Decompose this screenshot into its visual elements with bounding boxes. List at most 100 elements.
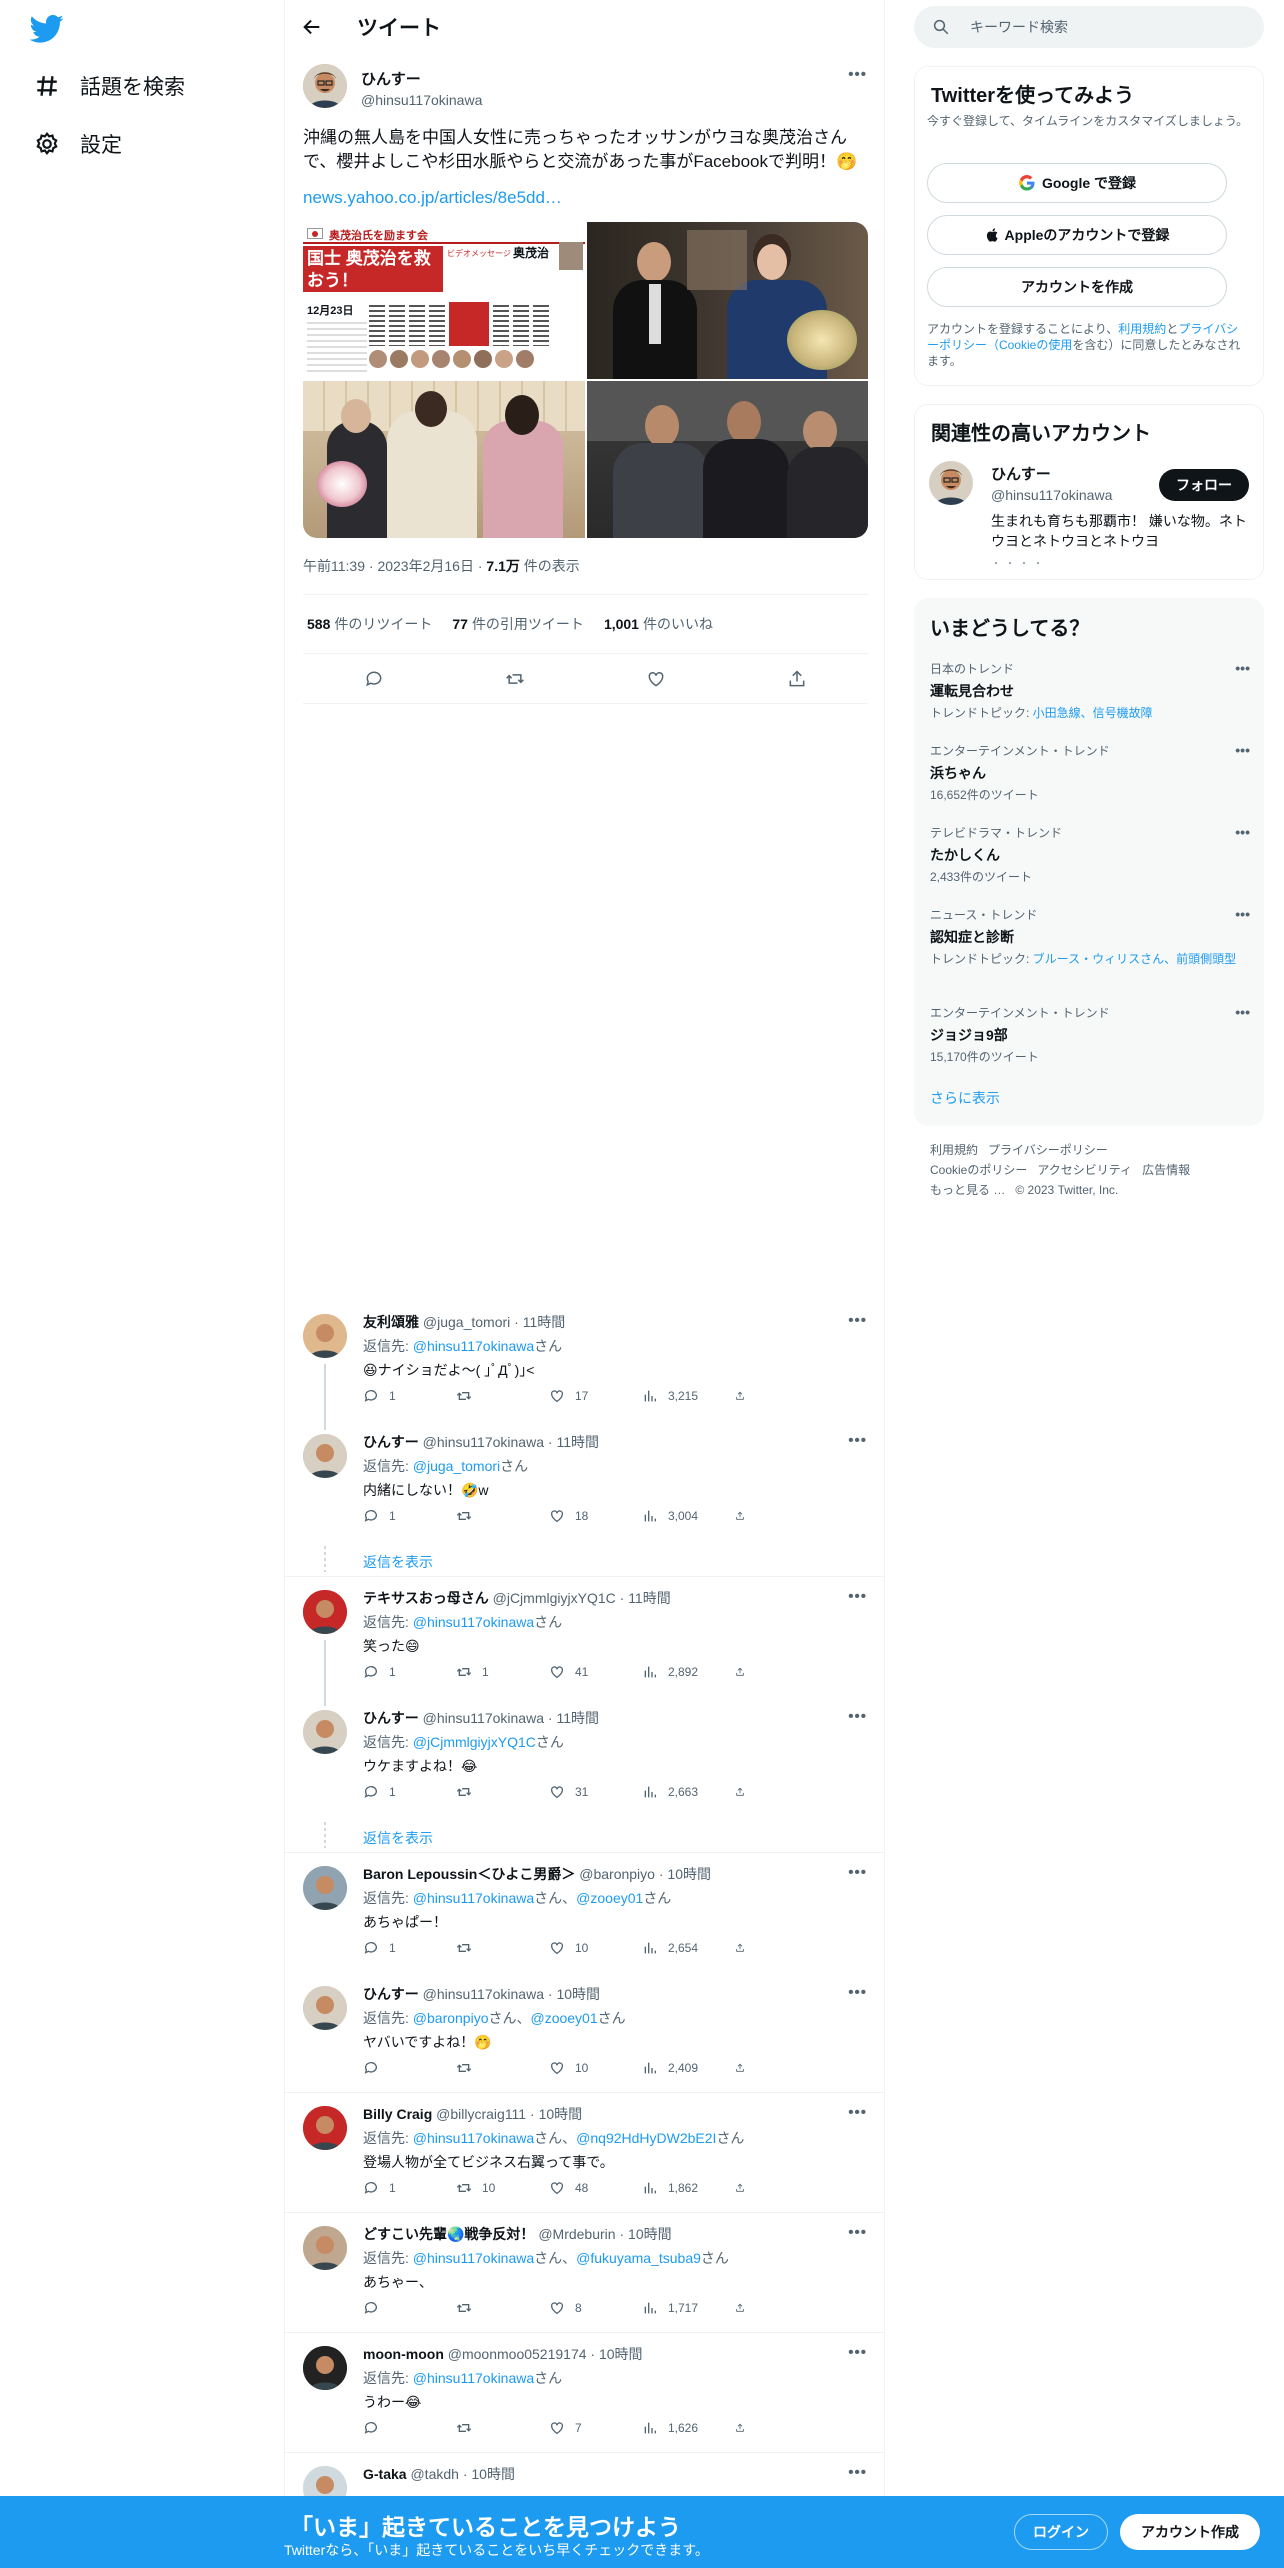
reply-handle[interactable]: @hinsu117okinawa: [423, 1434, 544, 1450]
tweet-time[interactable]: 午前11:39: [303, 558, 365, 574]
more-icon[interactable]: •••: [848, 66, 867, 83]
reply-author-name[interactable]: G-taka: [363, 2466, 407, 2482]
reply-avatar[interactable]: [303, 1314, 347, 1358]
more-icon[interactable]: •••: [1235, 1004, 1250, 1020]
nav-settings[interactable]: 設定: [34, 124, 122, 164]
trend-item[interactable]: エンターテインメント・トレンド ジョジョ9部 15,170件のツイート •••: [930, 1004, 1250, 1065]
terms-link[interactable]: 利用規約: [1118, 322, 1166, 336]
reply-avatar[interactable]: [303, 2226, 347, 2270]
reply-time[interactable]: 11時間: [523, 1314, 566, 1330]
trend-item[interactable]: テレビドラマ・トレンド たかしくん 2,433件のツイート •••: [930, 824, 1250, 885]
reply-avatar[interactable]: [303, 1986, 347, 2030]
reply-action-reply[interactable]: [363, 2060, 456, 2076]
reply-action-views[interactable]: 1,862: [642, 2180, 735, 2196]
nav-explore[interactable]: 話題を検索: [34, 66, 185, 106]
reply-action-retweet[interactable]: [456, 2300, 549, 2316]
reply-action-share[interactable]: [735, 1664, 755, 1680]
reply-action-like[interactable]: 31: [549, 1784, 642, 1800]
media-photo-2[interactable]: [587, 222, 868, 379]
reply-author-name[interactable]: ひんすー: [363, 1986, 419, 2002]
search-input[interactable]: キーワード検索: [970, 17, 1068, 37]
tweet-link[interactable]: news.yahoo.co.jp/articles/8e5dd…: [303, 188, 562, 208]
trend-item[interactable]: 日本のトレンド 運転見合わせ トレンドトピック: 小田急線、信号機故障 •••: [930, 660, 1250, 721]
reply-time[interactable]: 11時間: [628, 1590, 671, 1606]
reply-action-like[interactable]: 18: [549, 1508, 642, 1524]
reply-time[interactable]: 10時間: [667, 1866, 711, 1882]
reply-action-retweet[interactable]: [456, 1508, 549, 1524]
reply-action-like[interactable]: 48: [549, 2180, 642, 2196]
reply-handle[interactable]: @Mrdeburin: [538, 2226, 615, 2242]
reply-author-name[interactable]: テキサスおっ母さん: [363, 1590, 489, 1606]
reply-action-reply[interactable]: 1: [363, 1388, 456, 1404]
reply-action-views[interactable]: 2,654: [642, 1940, 735, 1956]
reply-action-reply[interactable]: 1: [363, 2180, 456, 2196]
reply-action-views[interactable]: 2,409: [642, 2060, 735, 2076]
footer-ads[interactable]: 広告情報: [1142, 1163, 1190, 1177]
follow-button[interactable]: フォロー: [1159, 469, 1249, 501]
reply-handle[interactable]: @baronpiyo: [579, 1866, 655, 1882]
reply-action-views[interactable]: 2,892: [642, 1664, 735, 1680]
reply-action-views[interactable]: 1,626: [642, 2420, 735, 2436]
trend-item[interactable]: ニュース・トレンド 認知症と診断 トレンドトピック: ブルース・ウィリスさん、前頭側…: [930, 906, 1250, 967]
reply-to-handle[interactable]: @hinsu117okinawa: [413, 1338, 534, 1354]
reply-avatar[interactable]: [303, 1590, 347, 1634]
related-avatar[interactable]: [929, 461, 973, 505]
show-more-link[interactable]: さらに表示: [930, 1088, 1000, 1108]
reply-to-handle[interactable]: @juga_tomori: [413, 1458, 500, 1474]
reply-time[interactable]: 11時間: [556, 1710, 599, 1726]
reply-avatar[interactable]: [303, 1434, 347, 1478]
share-icon[interactable]: [787, 669, 807, 689]
reply-to-handle[interactable]: @baronpiyo: [413, 2010, 489, 2026]
reply-action-retweet[interactable]: [456, 1940, 549, 1956]
more-icon[interactable]: •••: [848, 2104, 867, 2121]
retweet-icon[interactable]: [505, 669, 525, 689]
reply-icon[interactable]: [364, 669, 384, 689]
reply-to-handle[interactable]: @zooey01: [530, 2010, 597, 2026]
reply-time[interactable]: 10時間: [539, 2106, 583, 2122]
reply-to-handle[interactable]: @nq92HdHyDW2bE2I: [576, 2130, 716, 2146]
back-arrow-icon[interactable]: [301, 16, 323, 38]
search-box[interactable]: キーワード検索: [914, 6, 1264, 48]
reply-action-share[interactable]: [735, 2420, 755, 2436]
more-icon[interactable]: •••: [848, 1432, 867, 1449]
quotes-stat[interactable]: 77 件の引用ツイート: [452, 614, 584, 634]
tweet-media-grid[interactable]: 奥茂治氏を励ます会 国士 奥茂治を救おう！ ビデオメッセージ 奥茂治 12月23…: [303, 222, 868, 538]
more-icon[interactable]: •••: [1235, 660, 1250, 676]
reply-author-name[interactable]: ひんすー: [363, 1710, 419, 1726]
more-icon[interactable]: •••: [848, 1708, 867, 1725]
more-icon[interactable]: •••: [1235, 742, 1250, 758]
reply-action-retweet[interactable]: 10: [456, 2180, 549, 2196]
more-icon[interactable]: •••: [848, 1984, 867, 2001]
more-icon[interactable]: •••: [1235, 906, 1250, 922]
footer-privacy[interactable]: プライバシーポリシー: [988, 1143, 1108, 1157]
reply-action-reply[interactable]: [363, 2420, 456, 2436]
reply-action-like[interactable]: 10: [549, 2060, 642, 2076]
reply-handle[interactable]: @hinsu117okinawa: [423, 1710, 544, 1726]
media-photo-4[interactable]: [587, 381, 868, 538]
reply-action-share[interactable]: [735, 1784, 755, 1800]
reply-action-reply[interactable]: 1: [363, 1664, 456, 1680]
reply-author-name[interactable]: moon-moon: [363, 2346, 444, 2362]
create-account-button[interactable]: アカウントを作成: [927, 267, 1227, 307]
tweet-date[interactable]: 2023年2月16日: [377, 558, 474, 574]
reply-action-reply[interactable]: 1: [363, 1940, 456, 1956]
reply-to-handle[interactable]: @zooey01: [576, 1890, 643, 1906]
reply-action-views[interactable]: 3,004: [642, 1508, 735, 1524]
reply-handle[interactable]: @takdh: [410, 2466, 458, 2482]
apple-signup-button[interactable]: Appleのアカウントで登録: [927, 215, 1227, 255]
more-icon[interactable]: •••: [848, 2464, 867, 2481]
reply-time[interactable]: 10時間: [599, 2346, 643, 2362]
reply-action-retweet[interactable]: [456, 1388, 549, 1404]
reply-to-handle[interactable]: @hinsu117okinawa: [413, 1614, 534, 1630]
reply-action-share[interactable]: [735, 1508, 755, 1524]
reply-handle[interactable]: @hinsu117okinawa: [423, 1986, 544, 2002]
reply-avatar[interactable]: [303, 1710, 347, 1754]
reply-to-handle[interactable]: @hinsu117okinawa: [413, 2130, 534, 2146]
media-flyer[interactable]: 奥茂治氏を励ます会 国士 奥茂治を救おう！ ビデオメッセージ 奥茂治 12月23…: [303, 222, 585, 379]
avatar[interactable]: [303, 64, 347, 108]
login-button[interactable]: ログイン: [1014, 2514, 1108, 2550]
google-signup-button[interactable]: Google で登録: [927, 163, 1227, 203]
reply-author-name[interactable]: Billy Craig: [363, 2106, 432, 2122]
reply-handle[interactable]: @billycraig111: [436, 2106, 526, 2122]
reply-action-share[interactable]: [735, 1940, 755, 1956]
